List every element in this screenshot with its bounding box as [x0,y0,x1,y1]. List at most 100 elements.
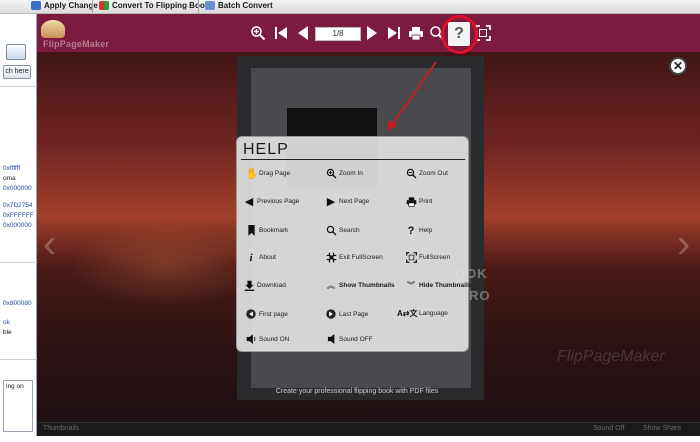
batch-icon [205,1,215,10]
show-thumbnails-icon: ︽ [327,281,335,290]
help-item-drag-page: ✋ Drag Page [245,168,290,182]
help-item-print: Print [405,196,432,210]
sound-toggle[interactable]: Sound Off [593,425,624,432]
help-item-label: Next Page [339,198,370,205]
help-item-label: Bookmark [259,227,289,234]
help-item-label: Last Page [339,311,369,318]
convert-label: Convert To Flipping Book [112,1,210,10]
viewer-toolbar: FlipPageMaker 1/8 ? [37,14,700,54]
help-item-language: A⇄文 Language [397,308,448,322]
next-arrow-icon[interactable]: › [677,214,691,274]
divider [0,262,37,263]
help-item-label: Zoom In [339,170,363,177]
help-item-label: Sound OFF [339,336,373,343]
watermark-text: FlipPageMaker [557,348,665,365]
panel-icon[interactable] [6,44,26,60]
help-item-first-page: First page [245,309,288,323]
help-item-bookmark: Bookmark [245,225,288,239]
help-item-label: Previous Page [257,198,300,205]
help-item-label: Sound ON [259,336,290,343]
bookmark-icon [245,225,257,237]
next-page-icon[interactable] [364,25,380,41]
help-item-zoom-in: Zoom In [325,168,363,182]
download-icon [243,280,255,292]
help-item-label: Search [339,227,360,234]
help-item-label: Help [419,227,433,234]
panel-search-button[interactable]: ch here [3,65,31,79]
help-item-label: Show Thumbnails [339,282,395,289]
zoom-in-icon[interactable] [250,25,266,41]
divider [0,359,37,360]
first-page-icon[interactable] [273,25,289,41]
convert-icon [99,1,109,10]
apply-change-button[interactable]: Apply Change [30,0,98,13]
apply-change-label: Apply Change [44,1,98,10]
share-label: Show Share [643,425,682,432]
setting-value[interactable]: ble [3,329,12,336]
setting-value[interactable]: 0x7D2754 [3,202,33,209]
thumbnails-toggle[interactable]: Thumbnails [43,425,79,432]
help-item-label: FullScreen [419,254,451,261]
setting-value[interactable]: ok [3,319,10,326]
toolbar-separator [198,0,199,13]
page-number-input[interactable]: 1/8 [315,27,361,41]
setting-value[interactable]: 0x000000 [3,222,32,229]
exit-fullscreen-icon [325,252,337,264]
setting-box-text: ing on [6,383,24,390]
help-item-last-page: Last Page [325,309,368,323]
help-item-label: Print [419,198,433,205]
help-dialog: HELP ✋ Drag Page Zoom In Zoom Out ◀ Previo… [236,136,472,352]
help-item-download: Download [243,280,286,294]
sound-off-icon [325,334,337,346]
print-icon[interactable] [408,25,424,41]
fullscreen-icon [405,252,417,264]
setting-value[interactable]: 0xFFFFFF [3,212,34,219]
next-icon: ▶ [326,196,336,208]
help-item-sound-off: Sound OFF [325,334,373,348]
logo: FlipPageMaker [39,18,159,50]
settings-panel: ch here 0xffffff oma 0x000000 0x7D2754 0… [0,14,37,442]
search-icon [325,225,337,237]
help-divider [241,159,465,160]
help-item-exit-fullscreen: Exit FullScreen [325,252,383,266]
setting-value[interactable]: 0xffffff [3,165,20,172]
setting-box[interactable]: ing on [3,380,33,432]
convert-button[interactable]: Convert To Flipping Book [98,0,209,13]
help-item-help: ? Help [405,225,433,239]
page-caption: Create your professional flipping book w… [275,388,439,395]
setting-value[interactable]: oma [3,175,16,182]
highlight-ring [441,15,478,54]
print-icon [405,196,417,208]
help-item-label: Drag Page [259,170,291,177]
setting-value[interactable]: 0x000000 [3,185,32,192]
previous-page-icon[interactable] [295,25,311,41]
page-overlay-text: RO [469,288,491,303]
previous-arrow-icon[interactable]: ‹ [43,214,57,274]
first-page-icon [245,309,257,321]
help-item-search: Search [325,225,360,239]
share-toggle[interactable]: Show Share [643,425,681,432]
info-icon: i [249,252,253,264]
logo-book-icon [41,20,65,38]
batch-convert-button[interactable]: Batch Convert [204,0,273,13]
help-item-label: First page [259,311,288,318]
last-page-icon[interactable] [386,25,402,41]
window-bottom-edge [0,436,700,442]
logo-text: FlipPageMaker [43,39,110,49]
help-item-label: Exit FullScreen [339,254,383,261]
help-item-label: Download [257,282,286,289]
apply-icon [31,1,41,10]
toolbar-separator [92,0,93,13]
sound-on-icon [245,334,257,346]
last-page-icon [325,309,337,321]
hand-icon: ✋ [245,168,259,180]
zoom-out-icon [405,168,417,180]
help-item-show-thumbnails: ︽ Show Thumbnails [325,280,395,294]
help-item-label: Language [419,310,448,317]
help-item-zoom-out: Zoom Out [405,168,448,182]
screenshot-root: Apply Change Convert To Flipping Book Ba… [0,0,700,442]
help-item-label: Hide Thumbnails [419,282,472,289]
help-icon: ? [407,225,415,237]
setting-value[interactable]: 0x800080 [3,300,32,307]
close-button[interactable]: ✕ [669,57,687,75]
